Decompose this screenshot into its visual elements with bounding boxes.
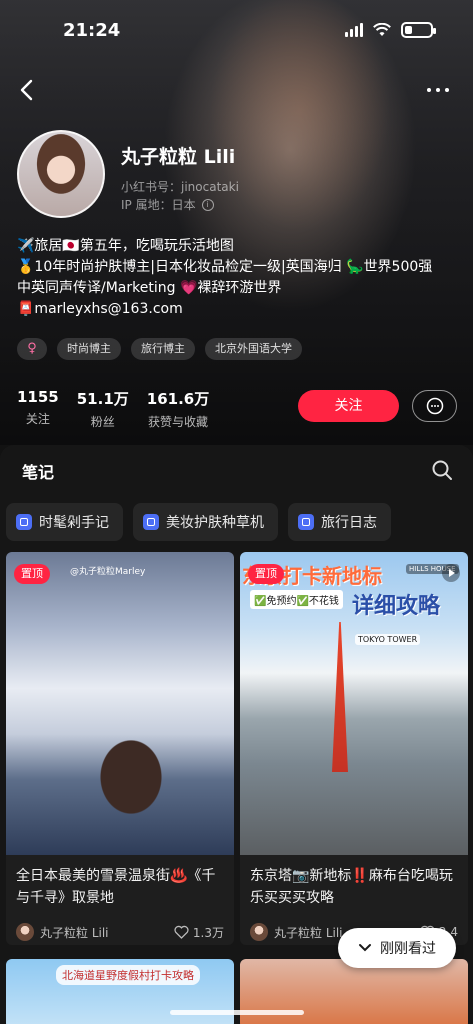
tab-notes[interactable]: 笔记 xyxy=(22,459,54,483)
stat-number: 1155 xyxy=(17,388,59,406)
avatar[interactable] xyxy=(17,130,105,218)
profile-bio: ✈️旅居🇯🇵第五年，吃喝玩乐活地图 🥇10年时尚护肤博主|日本化妆品检定一级|英… xyxy=(17,236,462,320)
bio-line: 中英同声传译/Marketing 💗裸辞环游世界 xyxy=(17,280,282,296)
cover-label: TOKYO TOWER xyxy=(355,634,421,645)
like-count: 1.3万 xyxy=(192,925,224,940)
home-indicator[interactable] xyxy=(170,1010,304,1015)
author-avatar xyxy=(16,923,34,941)
search-icon[interactable] xyxy=(431,459,453,481)
profile-tag[interactable]: 旅行博主 xyxy=(131,338,195,360)
collection-icon xyxy=(298,514,314,530)
status-icons xyxy=(345,22,436,38)
tokyo-tower-illustration xyxy=(332,622,348,772)
message-button[interactable] xyxy=(412,390,457,422)
collection-icon xyxy=(16,514,32,530)
notes-tabbar: 笔记 xyxy=(0,445,473,495)
note-cover-image: 置顶 @丸子粒粒Marley xyxy=(6,552,234,855)
collection-label: 美妆护肤种草机 xyxy=(166,515,264,531)
profile-stats: 1155 关注 51.1万 粉丝 161.6万 获赞与收藏 xyxy=(17,388,209,430)
stat-label: 粉丝 xyxy=(90,415,115,429)
stat-following[interactable]: 1155 关注 xyxy=(17,388,59,430)
note-card[interactable]: 置顶 @丸子粒粒Marley 全日本最美的雪景温泉街♨️《千与千寻》取景地 丸子… xyxy=(6,552,234,945)
chat-bubble-icon xyxy=(426,397,443,415)
profile-header-background xyxy=(0,0,473,445)
note-footer: 丸子粒粒 Lili 1.3万 xyxy=(6,917,234,945)
stat-number: 161.6万 xyxy=(146,390,210,408)
note-cover-image: 东京打卡新地标 详细攻略 ✅免预约✅不花钱 TOKYO TOWER HILLS … xyxy=(240,552,468,855)
collections-row: 时髦剁手记 美妆护肤种草机 旅行日志 xyxy=(6,503,391,541)
cover-watermark: @丸子粒粒Marley xyxy=(70,567,146,577)
collection-chip[interactable]: 时髦剁手记 xyxy=(6,503,123,541)
battery-level xyxy=(405,26,412,34)
video-play-icon xyxy=(442,564,460,582)
cover-title: 北海道星野度假村打卡攻略 xyxy=(56,965,200,985)
pinned-badge: 置顶 xyxy=(14,564,50,584)
collection-icon xyxy=(143,514,159,530)
profile-tags: ♀ 时尚博主 旅行博主 北京外国语大学 xyxy=(17,338,302,360)
cellular-signal-icon xyxy=(345,23,363,37)
red-id: 小红书号：jinocataki xyxy=(121,180,239,194)
wifi-icon xyxy=(373,23,391,36)
stat-likes-collects[interactable]: 161.6万 获赞与收藏 xyxy=(147,388,209,430)
more-options-icon[interactable] xyxy=(427,80,453,100)
stat-followers[interactable]: 51.1万 粉丝 xyxy=(77,388,129,430)
stat-number: 51.1万 xyxy=(76,390,129,408)
stat-label: 获赞与收藏 xyxy=(147,415,208,429)
author-avatar xyxy=(250,923,268,941)
collection-label: 旅行日志 xyxy=(321,515,377,531)
gender-tag: ♀ xyxy=(17,338,47,360)
heart-icon xyxy=(174,925,189,939)
stat-label: 关注 xyxy=(25,412,50,426)
like-button[interactable]: 1.3万 xyxy=(174,924,224,941)
note-title: 全日本最美的雪景温泉街♨️《千与千寻》取景地 xyxy=(16,868,216,906)
battery-icon xyxy=(401,22,436,38)
note-card[interactable]: 东京打卡新地标 详细攻略 ✅免预约✅不花钱 TOKYO TOWER HILLS … xyxy=(240,552,468,945)
bio-line: ✈️旅居🇯🇵第五年，吃喝玩乐活地图 xyxy=(17,238,234,254)
pinned-badge: 置顶 xyxy=(248,564,284,584)
profile-tag[interactable]: 北京外国语大学 xyxy=(205,338,302,360)
ip-location-text: IP 属地：日本 xyxy=(121,198,196,212)
profile-tag[interactable]: 时尚博主 xyxy=(57,338,121,360)
cover-badge: ✅免预约✅不花钱 xyxy=(250,590,343,609)
status-bar: 21:24 xyxy=(0,0,473,60)
profile-name: 丸子粒粒 Lili xyxy=(121,146,236,168)
bio-line: 🥇10年时尚护肤博主|日本化妆品检定一级|英国海归 🦕世界500强 xyxy=(17,259,433,275)
collection-chip[interactable]: 旅行日志 xyxy=(288,503,391,541)
follow-button[interactable]: 关注 xyxy=(298,390,399,422)
recently-viewed-button[interactable]: 刚刚看过 xyxy=(338,928,456,968)
note-title: 东京塔📷新地标‼️麻布台吃喝玩乐买买买攻略 xyxy=(250,868,453,906)
status-time: 21:24 xyxy=(63,20,121,41)
recently-viewed-label: 刚刚看过 xyxy=(380,941,436,957)
collection-chip[interactable]: 美妆护肤种草机 xyxy=(133,503,278,541)
info-icon[interactable]: i xyxy=(201,198,214,211)
ip-location: IP 属地：日本 i xyxy=(121,196,214,213)
bio-line: 📮marleyxhs@163.com xyxy=(17,301,183,317)
author-name: 丸子粒粒 Lili xyxy=(40,925,109,940)
chevron-down-icon xyxy=(359,944,371,952)
cover-subtitle: 详细攻略 xyxy=(352,594,441,619)
collection-label: 时髦剁手记 xyxy=(39,515,109,531)
back-arrow-icon[interactable] xyxy=(16,78,40,102)
